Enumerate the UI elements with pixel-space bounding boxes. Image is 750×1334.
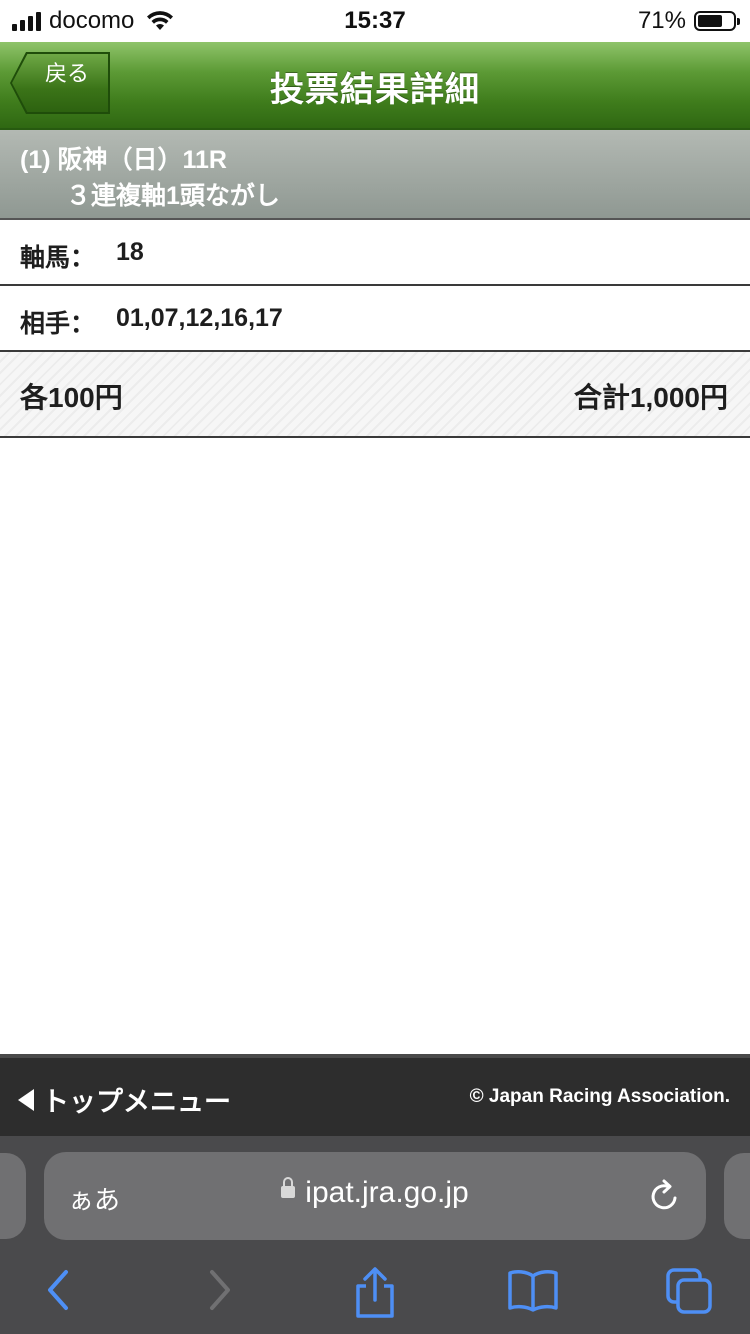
amount-row: 各100円 合計1,000円	[0, 352, 750, 438]
axis-horse-label: 軸馬：	[20, 244, 96, 272]
page-footer: トップメニュー © Japan Racing Association.	[0, 1054, 750, 1136]
partner-row: 相手： 01,07,12,16,17	[0, 286, 750, 352]
forward-arrow-icon[interactable]	[204, 1266, 236, 1314]
partner-value: 01,07,12,16,17	[116, 304, 283, 332]
browser-toolbar	[0, 1256, 750, 1334]
status-right: 71%	[637, 7, 740, 35]
race-name: (1) 阪神（日）11R	[20, 146, 227, 174]
battery-percent: 71%	[637, 7, 686, 34]
page-title: 投票結果詳細	[270, 71, 480, 109]
status-bar: docomo 15:37 71%	[0, 0, 750, 42]
reload-icon[interactable]	[648, 1176, 682, 1214]
address-bar[interactable]: ぁあ ipat.jra.go.jp	[44, 1152, 706, 1240]
app-header: 戻る 投票結果詳細	[0, 42, 750, 130]
top-menu-label: トップメニュー	[42, 1087, 231, 1117]
bet-type: ３連複軸1頭ながし	[66, 182, 280, 210]
copyright-text: © Japan Racing Association.	[469, 1086, 730, 1107]
url-text: ipat.jra.go.jp	[305, 1176, 469, 1209]
url-display[interactable]: ipat.jra.go.jp	[44, 1176, 706, 1210]
lock-icon	[281, 1177, 296, 1199]
previous-tab-preview[interactable]	[0, 1153, 26, 1239]
triangle-left-icon	[18, 1088, 34, 1111]
partner-label: 相手：	[20, 310, 96, 338]
battery-fill	[698, 15, 723, 27]
axis-horse-row: 軸馬： 18	[0, 220, 750, 286]
amount-each: 各100円	[20, 382, 123, 413]
top-menu-link[interactable]: トップメニュー	[18, 1080, 231, 1119]
battery-icon	[694, 11, 740, 31]
race-info-bar: (1) 阪神（日）11R ３連複軸1頭ながし	[0, 130, 750, 220]
browser-chrome: ぁあ ipat.jra.go.jp	[0, 1136, 750, 1334]
bookmarks-icon[interactable]	[506, 1266, 560, 1314]
tabs-icon[interactable]	[664, 1266, 716, 1318]
back-arrow-icon[interactable]	[42, 1266, 74, 1314]
axis-horse-value: 18	[116, 238, 144, 266]
next-tab-preview[interactable]	[724, 1153, 750, 1239]
share-icon[interactable]	[352, 1266, 398, 1320]
amount-total: 合計1,000円	[573, 382, 728, 413]
